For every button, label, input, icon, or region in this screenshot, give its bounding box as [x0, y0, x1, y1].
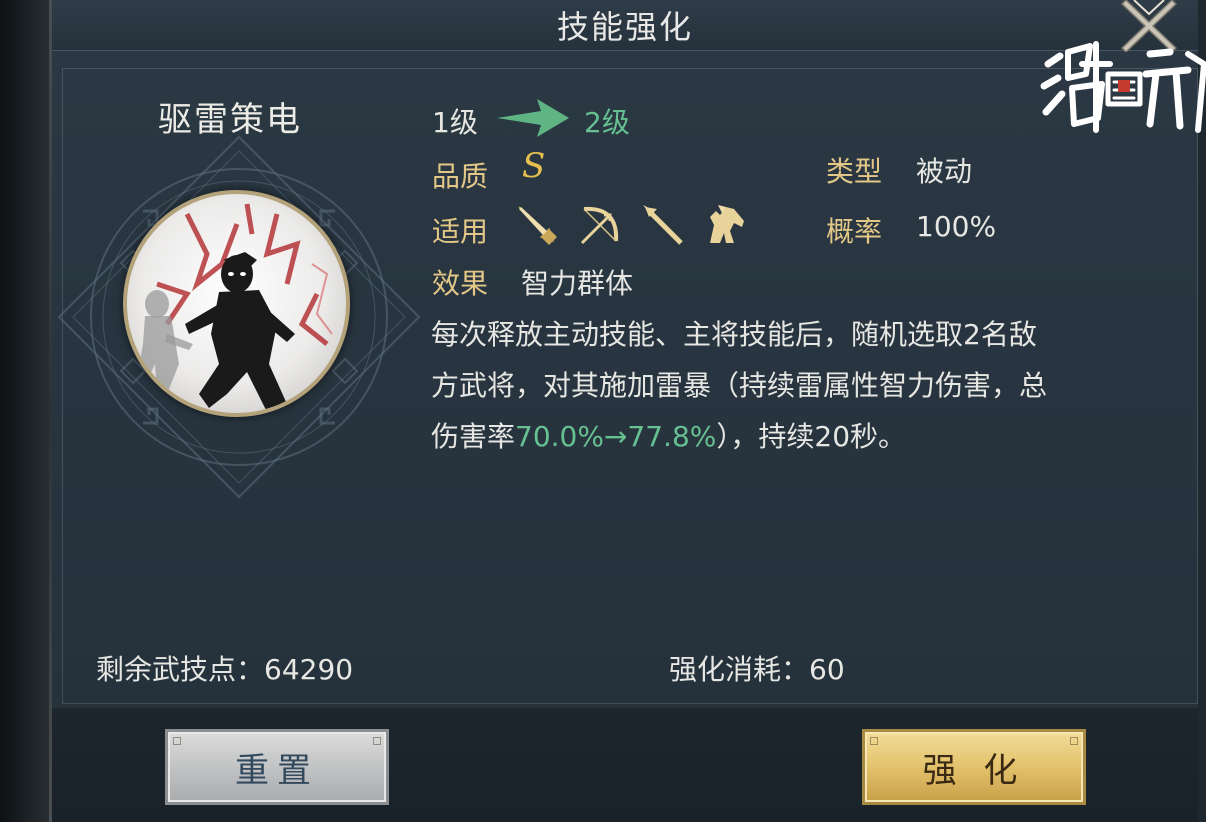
skill-portrait: [123, 190, 350, 417]
reset-button[interactable]: 重置: [165, 729, 389, 805]
left-side-decoration: [0, 0, 52, 822]
enhance-cost: 强化消耗：60: [669, 653, 845, 686]
description-text: 伤害率: [431, 420, 516, 453]
bow-icon: [580, 206, 619, 245]
effect-label: 效果: [432, 267, 489, 300]
page-title: 技能强化: [556, 8, 693, 46]
effect-value: 智力群体: [521, 267, 634, 300]
description-line: 每次释放主动技能、主将技能后，随机选取2名敌: [431, 318, 1037, 351]
apply-label: 适用: [432, 215, 489, 248]
horse-icon: [710, 205, 744, 243]
description-line: 伤害率70.0%→77.8%），持续20秒。: [431, 411, 1151, 462]
enhance-button[interactable]: 强 化: [862, 729, 1086, 805]
rate-value: 100%: [916, 210, 997, 243]
type-label: 类型: [826, 155, 883, 188]
quality-value: S: [522, 146, 546, 186]
rate-label: 概率: [826, 215, 883, 248]
description-text: ），持续20秒。: [716, 420, 907, 453]
description-line: 方武将，对其施加雷暴（持续雷属性智力伤害，总: [431, 369, 1048, 402]
sword-icon: [518, 206, 557, 245]
damage-rate-change: 70.0%→77.8%: [515, 420, 717, 453]
level-next: 2级: [584, 106, 630, 139]
type-value: 被动: [916, 155, 973, 188]
quality-label: 品质: [432, 160, 489, 193]
game-logo: [1040, 41, 1206, 133]
spear-icon: [643, 205, 683, 245]
level-current: 1级: [432, 106, 478, 139]
remaining-points: 剩余武技点：64290: [96, 653, 354, 686]
arrow-right-icon: [497, 99, 569, 137]
skill-description: 每次释放主动技能、主将技能后，随机选取2名敌 方武将，对其施加雷暴（持续雷属性智…: [431, 309, 1151, 462]
title-bar: 技能强化: [52, 0, 1198, 51]
